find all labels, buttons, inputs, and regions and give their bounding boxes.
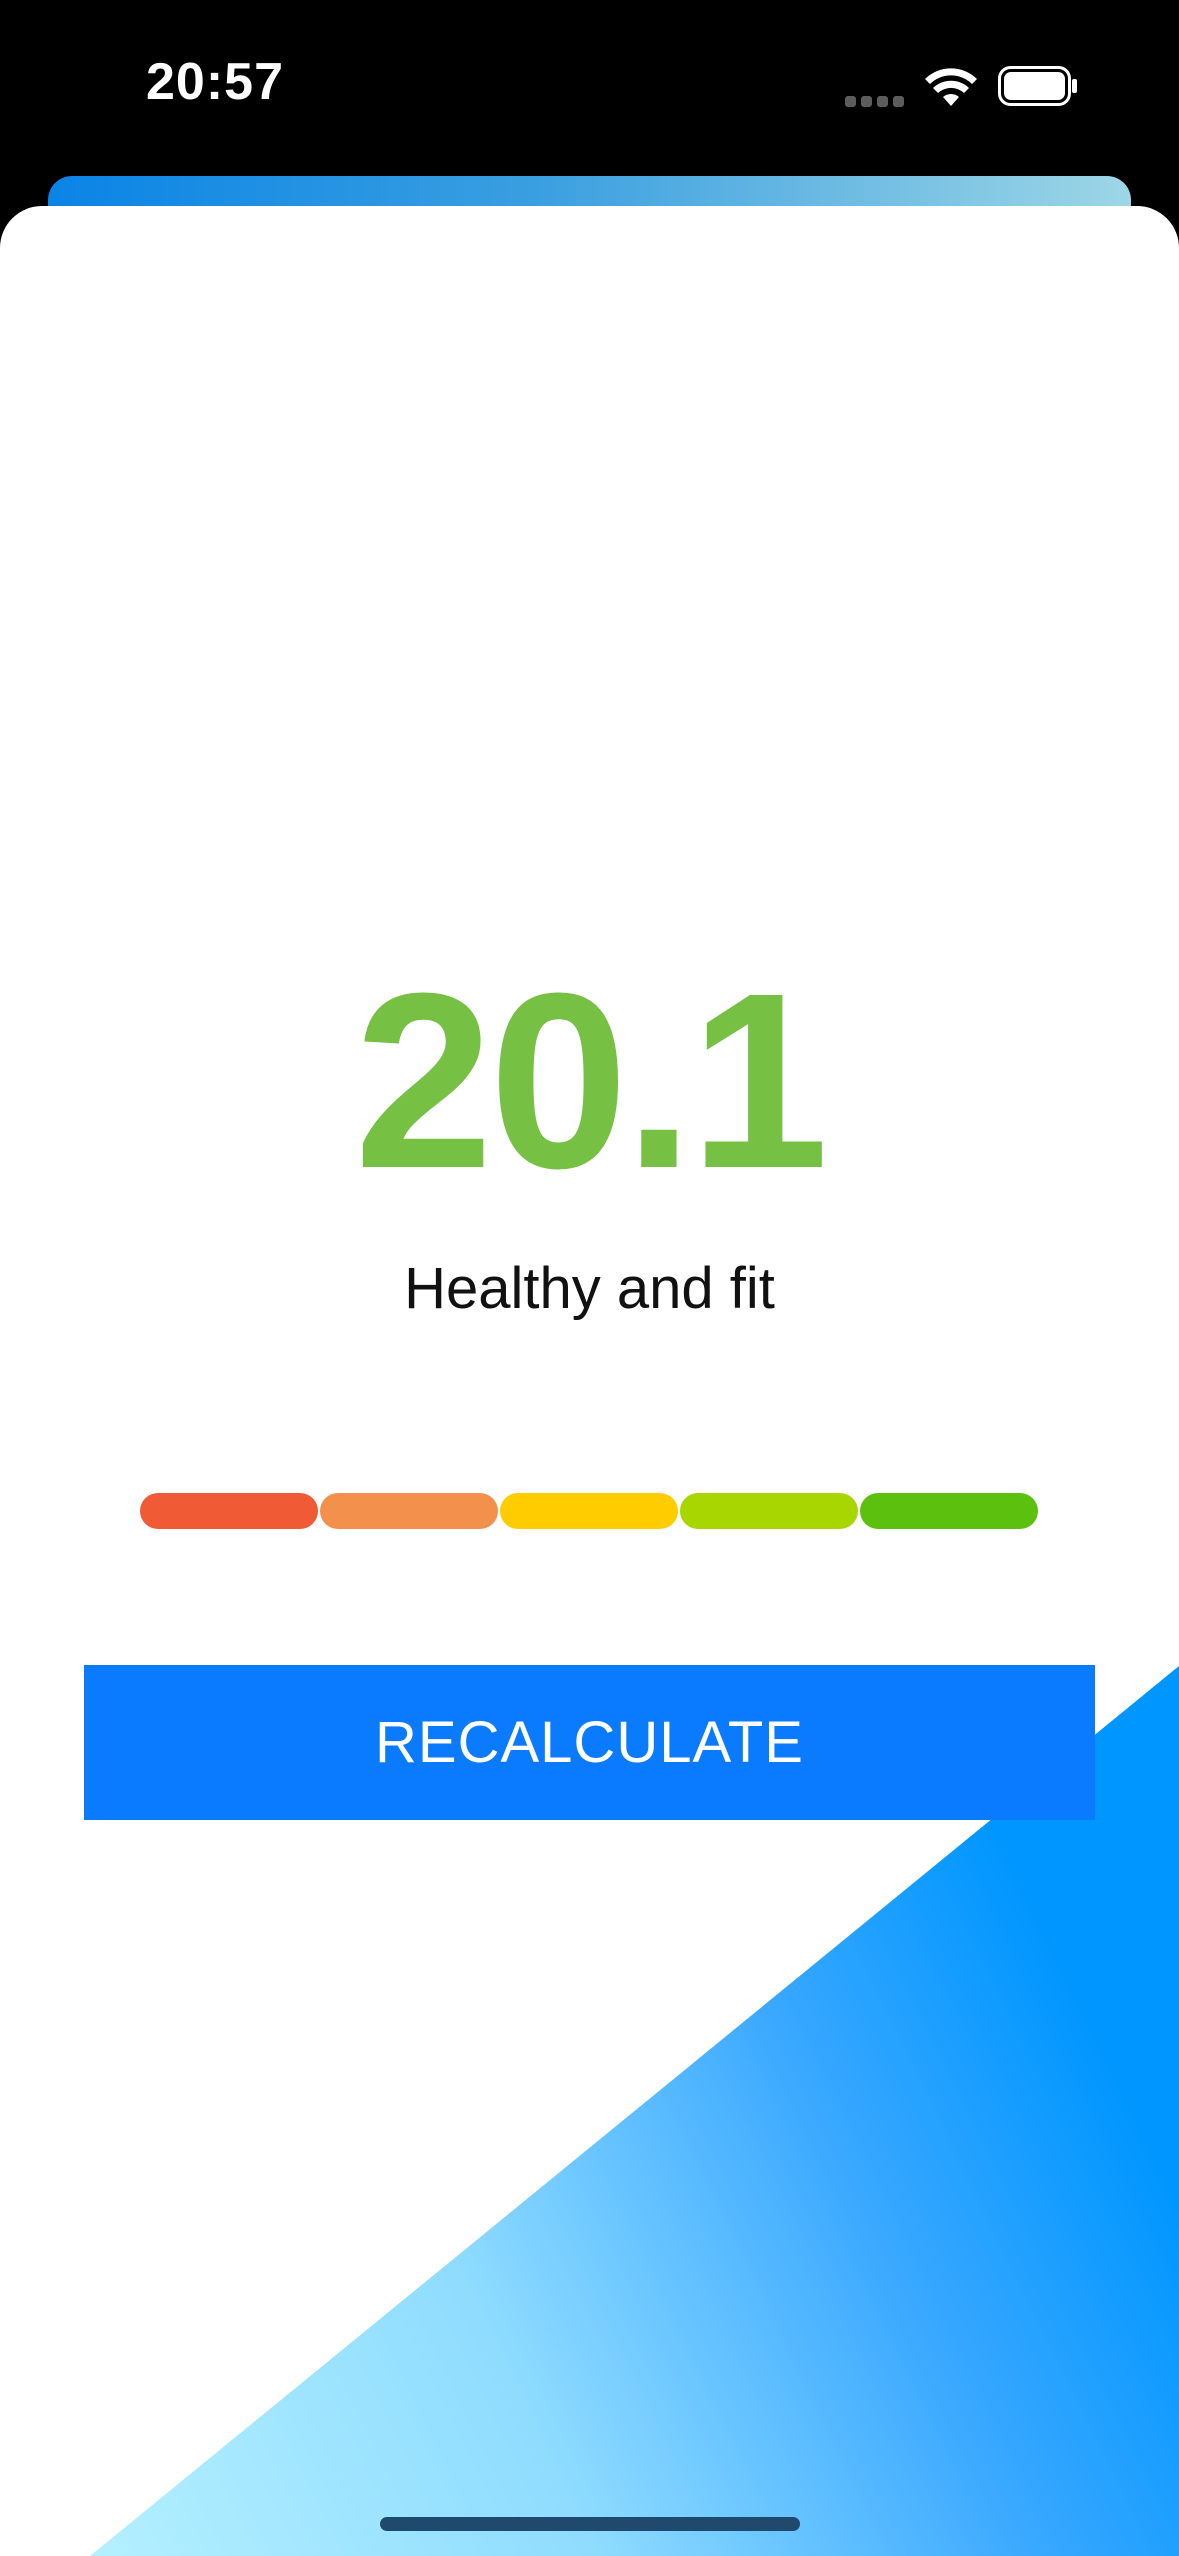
wifi-icon — [925, 68, 977, 106]
signal-icon — [845, 96, 905, 108]
scale-segment-underweight — [140, 1493, 318, 1529]
home-indicator[interactable] — [380, 2517, 800, 2531]
app-screen: 20:57 20.1 Healthy and fit RECALCULATE — [0, 0, 1179, 2556]
bmi-value: 20.1 — [354, 941, 829, 1220]
battery-icon — [998, 66, 1077, 106]
bmi-scale — [140, 1493, 1038, 1529]
recalculate-button[interactable]: RECALCULATE — [84, 1665, 1095, 1820]
status-time: 20:57 — [146, 53, 284, 111]
result-card: 20.1 Healthy and fit RECALCULATE — [0, 206, 1179, 2556]
scale-segment-mid — [500, 1493, 678, 1529]
scale-segment-low — [320, 1493, 498, 1529]
scale-segment-healthy — [860, 1493, 1038, 1529]
status-bar: 20:57 — [0, 0, 1179, 175]
bmi-status-text: Healthy and fit — [404, 1256, 775, 1321]
decorative-wave — [90, 1666, 1179, 2556]
scale-segment-good — [680, 1493, 858, 1529]
